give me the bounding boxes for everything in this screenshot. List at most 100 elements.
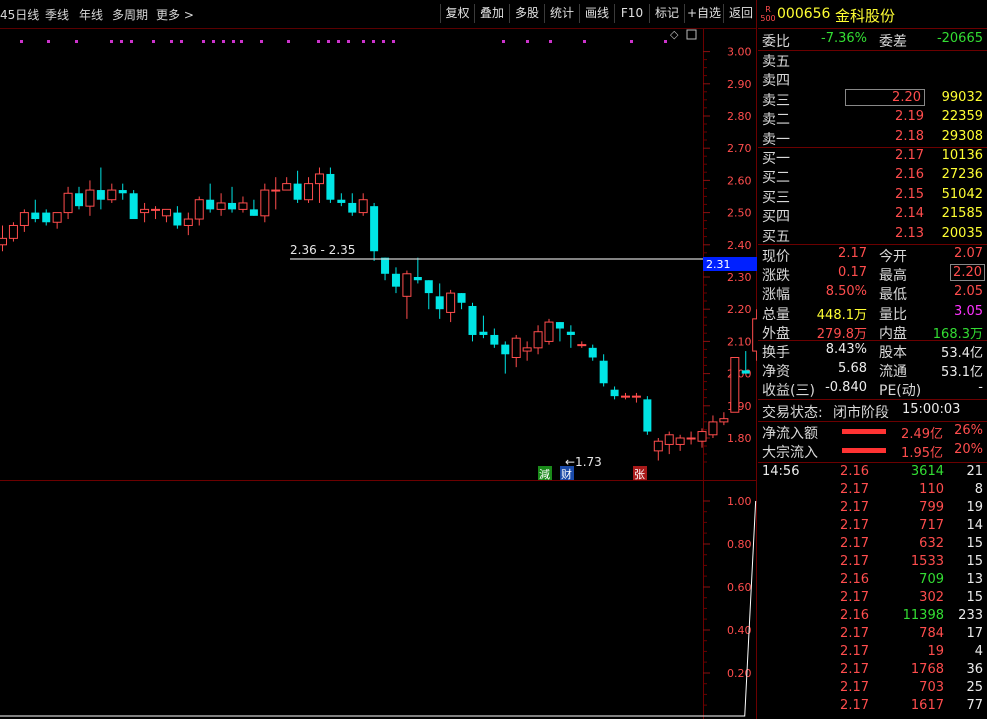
candle-body bbox=[511, 337, 521, 358]
candle-body bbox=[381, 257, 390, 274]
tick-volume: 302 bbox=[919, 590, 944, 605]
candle-body bbox=[161, 208, 171, 217]
candle-body bbox=[63, 192, 73, 214]
price-axis-label: 2.60 bbox=[727, 174, 752, 187]
bid-level-label: 买一 bbox=[762, 151, 790, 167]
tick-count: 8 bbox=[974, 482, 983, 497]
tick-row: 2.17 703 25 bbox=[758, 680, 987, 699]
candle-body bbox=[479, 331, 488, 335]
candle-body bbox=[402, 273, 412, 297]
stat-label: 外盘 bbox=[762, 325, 790, 342]
indicator-axis-label: 0.80 bbox=[727, 538, 752, 551]
tick-volume: 709 bbox=[919, 572, 944, 587]
tick-volume: 784 bbox=[919, 626, 944, 641]
candle-body bbox=[490, 334, 499, 345]
signal-dot bbox=[372, 40, 375, 43]
signal-dot bbox=[75, 40, 78, 43]
stat-label: 净资 bbox=[762, 363, 790, 380]
tick-row: 2.17 1617 77 bbox=[758, 698, 987, 717]
signal-dot bbox=[212, 40, 215, 43]
signal-dot bbox=[20, 40, 23, 43]
tick-row: 2.17 110 8 bbox=[758, 482, 987, 501]
flow-bar bbox=[842, 448, 886, 453]
tick-count: 15 bbox=[966, 590, 983, 605]
signal-dot bbox=[287, 40, 290, 43]
tick-price: 2.17 bbox=[840, 680, 869, 695]
stat-value: - bbox=[978, 379, 983, 395]
margin-badge: R 500 bbox=[760, 5, 776, 23]
candle-body bbox=[151, 208, 161, 211]
price-axis-label: 2.80 bbox=[727, 110, 752, 123]
candle-body bbox=[194, 199, 204, 220]
price-axis-label: 2.90 bbox=[727, 78, 752, 91]
candle-body bbox=[282, 183, 292, 191]
signal-dot bbox=[130, 40, 133, 43]
candle-body bbox=[52, 212, 62, 223]
price-axis-label: 2.10 bbox=[727, 335, 752, 348]
tick-price: 2.17 bbox=[840, 482, 869, 497]
bid-volume: 21585 bbox=[941, 206, 983, 222]
tick-volume: 1533 bbox=[910, 554, 944, 569]
price-axis-label: 2.30 bbox=[727, 271, 752, 284]
candle-body bbox=[730, 357, 740, 413]
candle-body bbox=[260, 189, 270, 217]
candle-body bbox=[643, 399, 652, 432]
tick-volume: 19 bbox=[927, 644, 944, 659]
tick-price: 2.17 bbox=[840, 626, 869, 641]
signal-dot bbox=[583, 40, 586, 43]
stat-value: 2.07 bbox=[954, 246, 983, 261]
price-axis-label: 3.00 bbox=[727, 46, 752, 59]
tick-count: 15 bbox=[966, 554, 983, 569]
tick-count: 21 bbox=[966, 464, 983, 479]
ask-volume: 22359 bbox=[941, 109, 983, 125]
tick-count: 77 bbox=[966, 698, 983, 713]
quote-stat-row: 净资 5.68 流通 53.1亿 bbox=[758, 361, 987, 380]
indicator-axis-label: 0.40 bbox=[727, 624, 752, 637]
tick-volume: 110 bbox=[919, 482, 944, 497]
candle-body bbox=[337, 199, 346, 203]
signal-dot bbox=[549, 40, 552, 43]
candle-body bbox=[238, 202, 248, 210]
fund-flow-row: 净流入额 2.49亿 26% bbox=[758, 423, 987, 442]
bid-volume: 51042 bbox=[941, 186, 983, 202]
bid-row: 买三 2.15 51042 bbox=[758, 187, 987, 206]
ask-row: 卖四 bbox=[758, 70, 987, 89]
stat-label: 现价 bbox=[762, 249, 790, 265]
stat-label: 涨跌 bbox=[762, 268, 790, 285]
signal-dot bbox=[337, 40, 340, 43]
bid-price: 2.17 bbox=[895, 148, 924, 163]
candle-body bbox=[686, 437, 696, 440]
stat-label: 股本 bbox=[879, 345, 907, 361]
current-price-tag-label: 2.31 bbox=[706, 258, 731, 271]
signal-dot bbox=[110, 40, 113, 43]
candlestick-chart[interactable]: 3.00 2.90 2.80 2.70 2.60 2.50 2.40 2.30 2.20 2.10… bbox=[0, 0, 757, 719]
candle-body bbox=[216, 202, 226, 210]
candle-body bbox=[348, 202, 357, 213]
tick-row: 2.17 302 15 bbox=[758, 590, 987, 609]
bid-row: 买二 2.16 27236 bbox=[758, 167, 987, 186]
bid-volume: 10136 bbox=[941, 148, 983, 163]
bid-level-label: 买三 bbox=[762, 189, 790, 206]
tick-volume: 632 bbox=[919, 536, 944, 551]
ask-level-label: 卖四 bbox=[762, 73, 790, 90]
price-axis-label: 2.70 bbox=[727, 142, 752, 155]
price-axis-label: 1.80 bbox=[727, 432, 752, 445]
candle-body bbox=[577, 344, 587, 347]
signal-dot bbox=[526, 40, 529, 43]
stat-value: -0.840 bbox=[825, 379, 867, 395]
tick-row: 2.17 1533 15 bbox=[758, 554, 987, 573]
tick-price: 2.17 bbox=[840, 590, 869, 605]
stat-value: 53.4亿 bbox=[941, 346, 983, 361]
flow-value: 2.49亿 bbox=[901, 427, 943, 442]
stat-label: 总量 bbox=[762, 306, 790, 323]
ask-level-label: 卖三 bbox=[762, 92, 790, 109]
stat-value: 5.68 bbox=[838, 360, 867, 376]
candle-body bbox=[293, 183, 302, 200]
stat-label: 最高 bbox=[879, 268, 907, 285]
candle-body bbox=[314, 173, 324, 185]
candle-body bbox=[85, 189, 95, 207]
quote-panel: R 500 000656 金科股份 委比 -7.36% 委差 -20665 交易状… bbox=[758, 0, 987, 719]
price-axis-label: 2.40 bbox=[727, 239, 752, 252]
stat-value: 279.8万 bbox=[816, 326, 867, 342]
bid-volume: 27236 bbox=[941, 167, 983, 183]
